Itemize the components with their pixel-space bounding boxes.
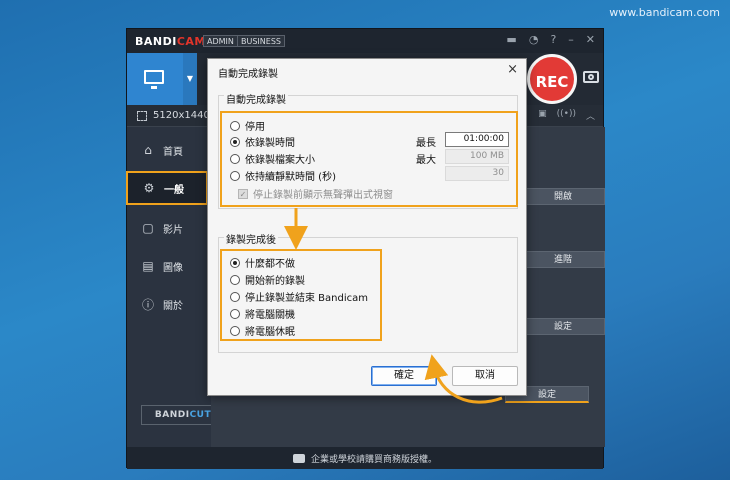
highlight-auto-complete [220, 111, 518, 207]
app-logo: BANDICAM [135, 35, 206, 48]
sidebar-item-image[interactable]: ▤ 圖像 [127, 249, 211, 283]
license-footer: 企業或學校請購買商務版授權。 [127, 447, 603, 469]
title-bar-icons: ▬ ◔ ? – ✕ [506, 33, 595, 46]
broadcast-icon[interactable]: ((•)) [557, 109, 576, 122]
collapse-icon[interactable]: ︿ [586, 109, 595, 122]
after-complete-group-title: 錄製完成後 [224, 231, 278, 246]
sidebar-item-general[interactable]: ⚙ 一般 [126, 171, 208, 205]
auto-complete-dialog: 自動完成錄製 × 自動完成錄製 停用 依錄製時間 依錄製檔案大小 依持續靜默時間… [207, 58, 527, 396]
video-icon: ▢ [142, 221, 154, 235]
mode-dropdown-chevron-icon[interactable]: ▼ [183, 53, 197, 105]
clock-icon[interactable]: ◔ [529, 33, 539, 46]
home-icon: ⌂ [144, 143, 152, 157]
image-icon: ▤ [142, 259, 154, 273]
monitor-icon [144, 70, 164, 89]
cancel-button[interactable]: 取消 [452, 366, 518, 386]
watermark-text: www.bandicam.com [609, 6, 720, 19]
dialog-close-icon[interactable]: × [507, 62, 518, 77]
help-icon[interactable]: ? [550, 33, 556, 46]
camera-icon[interactable] [583, 71, 599, 83]
folder-icon[interactable]: ▬ [506, 33, 516, 46]
dialog-title: 自動完成錄製 [218, 69, 278, 80]
sidebar: ⌂ 首頁 ⚙ 一般 ▢ 影片 ▤ 圖像 ⓘ 關於 [126, 127, 211, 447]
open-button[interactable]: 開啟 [521, 188, 605, 205]
gear-icon: ⚙ [143, 181, 155, 195]
settings-button-1[interactable]: 設定 [521, 318, 605, 335]
business-tag: BUSINESS [237, 35, 285, 47]
ok-button[interactable]: 確定 [371, 366, 437, 386]
auto-complete-group-title: 自動完成錄製 [224, 91, 288, 106]
toolbar-icons: ▣ ((•)) ︿ [538, 109, 595, 122]
sidebar-item-about[interactable]: ⓘ 關於 [127, 287, 211, 321]
title-bar: BANDICAM ADMIN BUSINESS ▬ ◔ ? – ✕ [127, 29, 603, 53]
close-icon[interactable]: ✕ [586, 33, 595, 46]
highlight-after-complete [220, 249, 382, 341]
screen-mode-button[interactable] [127, 53, 183, 105]
image-tool-icon[interactable]: ▣ [538, 109, 547, 122]
minimize-icon[interactable]: – [568, 33, 574, 46]
chat-icon [292, 453, 305, 463]
rec-button[interactable]: REC [527, 54, 577, 104]
admin-tag: ADMIN [203, 35, 238, 47]
region-icon [137, 111, 147, 121]
advanced-button[interactable]: 進階 [521, 251, 605, 268]
sidebar-item-video[interactable]: ▢ 影片 [127, 211, 211, 245]
info-icon: ⓘ [141, 297, 154, 312]
sidebar-item-home[interactable]: ⌂ 首頁 [127, 133, 211, 167]
